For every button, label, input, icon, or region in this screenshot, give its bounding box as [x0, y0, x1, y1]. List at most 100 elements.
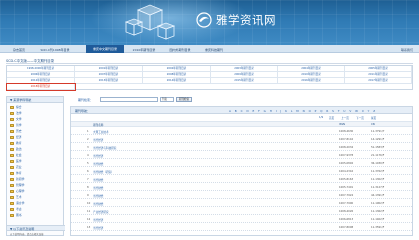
folder-icon [10, 202, 14, 205]
sidebar-item[interactable]: 农业 [10, 165, 22, 170]
folder-icon [10, 142, 14, 145]
folder-icon [10, 160, 14, 163]
journal-list: 期刊导航： A B C D E F G H I J K L M N O P Q … [70, 106, 413, 236]
sidebar-item[interactable]: 管理学 [10, 183, 24, 188]
col-issn: ISSN [339, 123, 345, 126]
folder-icon [10, 166, 14, 169]
table-row[interactable]: 2 当代经济 1007-8142 14-1291/F [71, 136, 412, 143]
folder-icon [10, 196, 14, 199]
table-row[interactable]: 11 产业经济研究 1008-4026 11-1362/F [71, 208, 412, 215]
nav-item-2010[interactable]: 2010年期刊目录 [128, 47, 160, 53]
sidebar-item[interactable]: 社会 [10, 153, 22, 158]
table-row[interactable]: 6 当代财经（研究） 1004-2342 11-3762/F [71, 168, 412, 175]
folder-icon [10, 118, 14, 121]
pager-next[interactable]: 下一页 [356, 116, 364, 120]
pager-prev[interactable]: 上一页 [341, 116, 349, 120]
page-title-bar: SCD-C中文版——中文期刊目录 [6, 57, 413, 64]
journal-link[interactable]: 当代财经 [93, 202, 103, 206]
year-link[interactable]: 2016年期刊目录 [278, 78, 345, 84]
journal-link[interactable]: 当代财经 [93, 162, 103, 166]
table-header: 期刊名称 ISSN CN [71, 121, 412, 127]
logo-swirl-icon [196, 12, 212, 28]
journal-link[interactable]: 产业经济研究 [93, 210, 109, 214]
folder-icon [10, 136, 14, 139]
year-link[interactable]: 2017年期刊目录 [345, 78, 412, 84]
journal-link[interactable]: 当代经济 [93, 218, 103, 222]
main-content: 期刊检索： 刊名 期刊检索 期刊导航： A B C D E F G H I J … [70, 96, 413, 236]
table-row[interactable]: 10 当代财经 1007-7900 11-1902/F [71, 200, 412, 207]
year-link[interactable]: 2015年期刊目录 [211, 78, 278, 84]
site-title: 雅学资讯网 [216, 13, 276, 27]
search-button[interactable]: 期刊检索 [176, 97, 192, 102]
site-logo[interactable]: 雅学资讯网 [196, 10, 276, 30]
folder-icon [10, 208, 14, 211]
journal-link[interactable]: 当代经济 [93, 226, 103, 230]
sidebar-item[interactable]: 哲学 [10, 123, 22, 128]
table-row[interactable]: 5 当代财经 1005-0892 36-1030/F [71, 160, 412, 167]
journal-link[interactable]: 当代经济 [93, 138, 103, 142]
sidebar-item[interactable]: 历史 [10, 129, 22, 134]
pager-first[interactable]: 首页 [329, 116, 334, 120]
table-row[interactable]: 12 当代经济 1006-6813 11-1402/F [71, 216, 412, 223]
sidebar-item[interactable]: 综合 [10, 105, 22, 110]
sidebar: ▼ 来源学科导航 综合 法学 文学 哲学 历史 经济 教育 政治 社会 医学 农… [6, 96, 65, 236]
sidebar-item[interactable]: 心理学 [10, 189, 24, 194]
search-row: 期刊检索： 刊名 期刊检索 [70, 96, 413, 104]
year-table: 1998-2000年期刊目录 2001年期刊目录 2002年期刊目录 2003年… [6, 65, 413, 91]
sidebar-item[interactable]: 考古 [10, 207, 22, 212]
year-link[interactable]: 2013年期刊目录 [75, 78, 143, 84]
folder-icon [10, 184, 14, 187]
folder-icon [10, 130, 14, 133]
table-row[interactable]: 13 当代经济 1007-8008 11-3591/F [71, 224, 412, 231]
nav-item-home[interactable]: 杂志首页 [8, 47, 30, 53]
col-cn: CN [371, 123, 375, 126]
sidebar-item[interactable]: 艺术 [10, 195, 22, 200]
journal-link[interactable]: 当代经济 [93, 154, 103, 158]
sidebar-item[interactable]: 经济 [10, 135, 22, 140]
sidebar-item[interactable]: 语言学 [10, 201, 24, 206]
journal-link[interactable]: 当代财经（研究） [93, 170, 114, 174]
sidebar-item[interactable]: 医学 [10, 159, 22, 164]
nav-item-tech[interactable]: 重庆科技期刊 [200, 47, 228, 53]
sidebar-heading: ▼ 来源学科导航 [7, 97, 63, 103]
journal-link[interactable]: 当代财经 [93, 178, 103, 182]
col-name: 期刊名称 [93, 124, 104, 127]
search-field-select[interactable]: 刊名 [160, 97, 174, 102]
nav-item-chongqing[interactable]: 重庆中文期刊目录 [86, 45, 124, 53]
table-row[interactable]: 9 当代财经 1007-7924 44-1391/F [71, 192, 412, 199]
nav-item-scd[interactable]: SCD-C刊1998年目录 [34, 47, 76, 53]
list-header: 期刊导航： A B C D E F G H I J K L M N O P Q … [71, 107, 412, 114]
table-row[interactable]: 3 当代经济与科技研究 1008-2034 51-1583/F [71, 144, 412, 151]
cube-illustration-icon [124, 4, 176, 40]
sidebar-item[interactable]: 教育 [10, 141, 22, 146]
journal-link[interactable]: 当代财经 [93, 186, 103, 190]
journal-link[interactable]: 大理工业技术 [93, 130, 109, 134]
table-row[interactable]: 8 当代财经 1005-7401 11-3127/F [71, 184, 412, 191]
table-row[interactable]: 7 当代财经 1005-8163 11-1302/F [71, 176, 412, 183]
year-link-current[interactable]: 2018年期刊目录 [6, 83, 76, 91]
pager-last[interactable]: 尾页 [371, 116, 376, 120]
sidebar-item[interactable]: 图书 [10, 213, 22, 218]
folder-icon [10, 172, 14, 175]
table-row[interactable]: 1 大理工业技术 1008-4630 11-3791/T [71, 128, 412, 135]
year-link[interactable]: 2014年期刊目录 [143, 78, 211, 84]
table-row[interactable]: 4 当代经济 1007-9378 21-1176/F [71, 152, 412, 159]
pager-info: 1/9 [319, 115, 324, 119]
nav-contact-link[interactable]: 联系我们 [401, 47, 413, 53]
pager: 1/9 首页 上一页 下一页 尾页 [71, 115, 412, 120]
sidebar-item[interactable]: 新闻学 [10, 177, 24, 182]
sidebar-tip: 以下说明内容，请点击相关连接 [10, 233, 44, 236]
journal-link[interactable]: 当代财经 [93, 194, 103, 198]
journal-link[interactable]: 当代经济与科技研究 [93, 146, 116, 150]
folder-icon [10, 154, 14, 157]
sidebar-item[interactable]: 文学 [10, 117, 22, 122]
header-banner: 雅学资讯网 [0, 0, 419, 45]
sidebar-item[interactable]: 政治 [10, 147, 22, 152]
nav-item-domestic[interactable]: 国内外期刊目录 [164, 47, 196, 53]
page-title: SCD-C中文版——中文期刊目录 [6, 59, 55, 63]
sidebar-item[interactable]: 体育 [10, 171, 22, 176]
search-input[interactable] [100, 97, 158, 102]
folder-icon [10, 106, 14, 109]
alphabet-index[interactable]: A B C D E F G H I J K L M N O P Q R S T … [229, 109, 375, 113]
sidebar-item[interactable]: 法学 [10, 111, 22, 116]
